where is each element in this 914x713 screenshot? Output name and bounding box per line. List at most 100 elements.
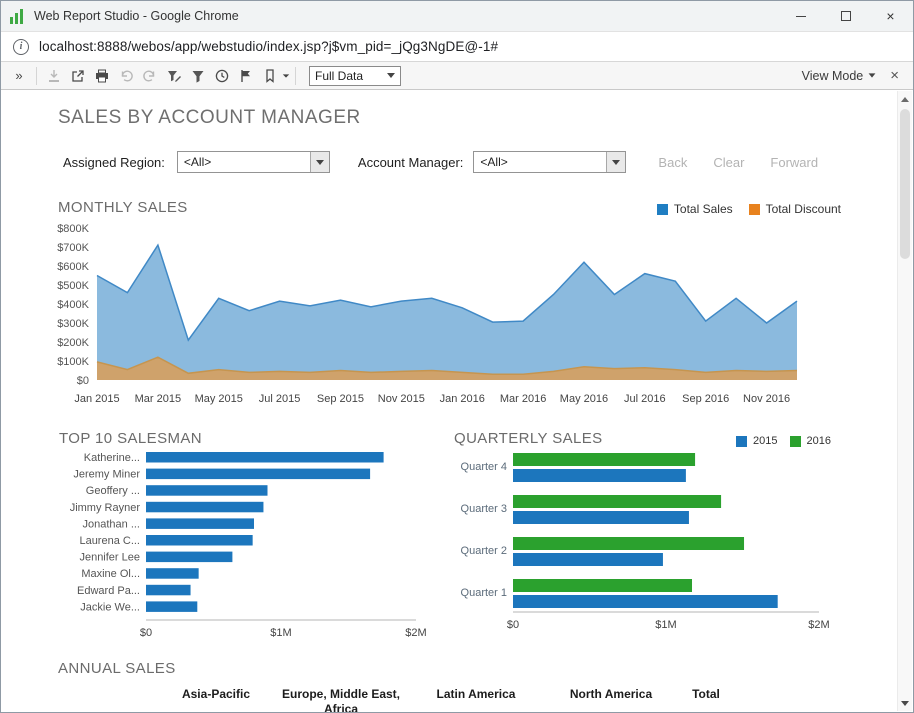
page-info-icon[interactable]: i <box>13 39 29 55</box>
legend-item-2016: 2016 <box>790 435 831 447</box>
total-sales-legend-label: Total Sales <box>674 202 733 216</box>
quarterly-chart[interactable]: Quarter 4Quarter 3Quarter 2Quarter 1$0$1… <box>451 447 831 645</box>
bookmark-add-icon[interactable] <box>234 64 258 88</box>
view-mode-caret-icon <box>869 73 876 77</box>
report-canvas: SALES BY ACCOUNT MANAGER Assigned Region… <box>1 90 913 712</box>
annual-col-north-america: North America <box>551 687 671 712</box>
svg-text:$2M: $2M <box>808 619 829 631</box>
titlebar: Web Report Studio - Google Chrome × <box>1 1 913 31</box>
top10-title: TOP 10 SALESMAN <box>59 430 202 447</box>
total-discount-legend-label: Total Discount <box>766 202 841 216</box>
svg-text:$1M: $1M <box>270 627 291 639</box>
svg-text:Maxine Ol...: Maxine Ol... <box>81 568 140 580</box>
svg-text:Quarter 3: Quarter 3 <box>461 503 507 515</box>
svg-text:May 2016: May 2016 <box>560 393 608 405</box>
annual-col-total: Total <box>671 687 741 712</box>
bookmark-icon[interactable] <box>258 64 282 88</box>
svg-text:Edward Pa...: Edward Pa... <box>77 585 140 597</box>
close-button[interactable]: × <box>868 1 913 31</box>
filter-icon[interactable] <box>186 64 210 88</box>
monthly-sales-title: MONTHLY SALES <box>58 199 188 216</box>
import-icon[interactable] <box>42 64 66 88</box>
svg-text:Jonathan ...: Jonathan ... <box>83 518 141 530</box>
browser-window: Web Report Studio - Google Chrome × i lo… <box>0 0 914 713</box>
svg-text:$0: $0 <box>140 627 152 639</box>
svg-text:Nov 2016: Nov 2016 <box>743 393 790 405</box>
address-bar: i localhost:8888/webos/app/webstudio/ind… <box>1 31 913 62</box>
svg-text:Sep 2015: Sep 2015 <box>317 393 364 405</box>
vertical-scrollbar[interactable] <box>897 91 912 711</box>
annual-table-header: Asia-Pacific Europe, Middle East, Africa… <box>151 687 898 712</box>
year-2015-legend-label: 2015 <box>753 435 777 447</box>
scroll-up-icon[interactable] <box>898 91 912 107</box>
print-icon[interactable] <box>90 64 114 88</box>
view-mode-button[interactable]: View Mode <box>802 69 877 83</box>
report-title: SALES BY ACCOUNT MANAGER <box>58 107 898 129</box>
svg-text:Quarter 1: Quarter 1 <box>461 587 507 599</box>
assigned-region-select[interactable]: <All> <box>177 151 330 173</box>
quarterly-legend: 2015 2016 <box>736 435 831 447</box>
top10-chart[interactable]: Katherine...Jeremy MinerGeoffery ...Jimm… <box>56 447 436 645</box>
svg-text:Quarter 4: Quarter 4 <box>461 461 507 473</box>
svg-text:Geoffery ...: Geoffery ... <box>86 485 140 497</box>
account-manager-caret-icon[interactable] <box>606 152 625 172</box>
svg-text:Jan 2016: Jan 2016 <box>440 393 485 405</box>
quarterly-title: QUARTERLY SALES <box>454 430 603 447</box>
app-chart-icon <box>10 8 26 24</box>
svg-text:$800K: $800K <box>57 223 89 235</box>
svg-text:Mar 2015: Mar 2015 <box>135 393 181 405</box>
minimize-button[interactable] <box>778 1 823 31</box>
svg-text:$100K: $100K <box>57 356 89 368</box>
scrollbar-thumb[interactable] <box>900 109 910 259</box>
svg-text:Quarter 2: Quarter 2 <box>461 545 507 557</box>
svg-text:$200K: $200K <box>57 337 89 349</box>
year-2015-swatch-icon <box>736 436 747 447</box>
annual-col-asia-pacific: Asia-Pacific <box>151 687 281 712</box>
filter-bar: Assigned Region: <All> Account Manager: … <box>63 151 898 173</box>
svg-text:Jul 2016: Jul 2016 <box>624 393 666 405</box>
svg-text:May 2015: May 2015 <box>195 393 243 405</box>
filter-edit-icon[interactable] <box>162 64 186 88</box>
toolbar-divider <box>295 67 296 85</box>
monthly-sales-chart[interactable]: $0$100K$200K$300K$400K$500K$600K$700K$80… <box>41 220 803 410</box>
redo-icon[interactable] <box>138 64 162 88</box>
report-toolbar: » Fu <box>1 62 913 90</box>
dataset-select-caret-icon <box>387 73 395 78</box>
view-mode-label: View Mode <box>802 69 864 83</box>
assigned-region-value: <All> <box>178 152 310 172</box>
scroll-down-icon[interactable] <box>898 695 912 711</box>
svg-text:Jennifer Lee: Jennifer Lee <box>79 552 140 564</box>
url-text[interactable]: localhost:8888/webos/app/webstudio/index… <box>39 39 498 54</box>
legend-item-total-sales: Total Sales <box>657 202 733 216</box>
schedule-icon[interactable] <box>210 64 234 88</box>
svg-text:Nov 2015: Nov 2015 <box>378 393 425 405</box>
expand-icon[interactable]: » <box>7 64 31 88</box>
top10-section: TOP 10 SALESMAN Katherine...Jeremy Miner… <box>56 425 436 650</box>
assigned-region-caret-icon[interactable] <box>310 152 329 172</box>
monthly-sales-header: MONTHLY SALES Total Sales Total Discount <box>58 199 841 216</box>
svg-text:$400K: $400K <box>57 299 89 311</box>
dataset-select-value: Full Data <box>315 69 363 83</box>
svg-text:$2M: $2M <box>405 627 426 639</box>
svg-text:$600K: $600K <box>57 261 89 273</box>
annual-sales-section: ANNUAL SALES Asia-Pacific Europe, Middle… <box>58 660 898 712</box>
svg-text:$0: $0 <box>77 375 89 387</box>
total-sales-swatch-icon <box>657 204 668 215</box>
account-manager-label: Account Manager: <box>358 155 464 170</box>
undo-icon[interactable] <box>114 64 138 88</box>
clear-button[interactable]: Clear <box>713 155 744 170</box>
legend-item-total-discount: Total Discount <box>749 202 841 216</box>
dataset-select[interactable]: Full Data <box>309 66 401 86</box>
annual-col-latin-america: Latin America <box>401 687 551 712</box>
svg-text:$500K: $500K <box>57 280 89 292</box>
maximize-button[interactable] <box>823 1 868 31</box>
annual-col-emea: Europe, Middle East, Africa <box>281 687 401 712</box>
export-icon[interactable] <box>66 64 90 88</box>
total-discount-swatch-icon <box>749 204 760 215</box>
account-manager-select[interactable]: <All> <box>473 151 626 173</box>
svg-text:$1M: $1M <box>655 619 676 631</box>
toolbar-close-icon[interactable]: × <box>890 67 899 84</box>
bookmark-menu-caret-icon[interactable] <box>283 74 289 77</box>
back-button[interactable]: Back <box>658 155 687 170</box>
forward-button[interactable]: Forward <box>770 155 818 170</box>
